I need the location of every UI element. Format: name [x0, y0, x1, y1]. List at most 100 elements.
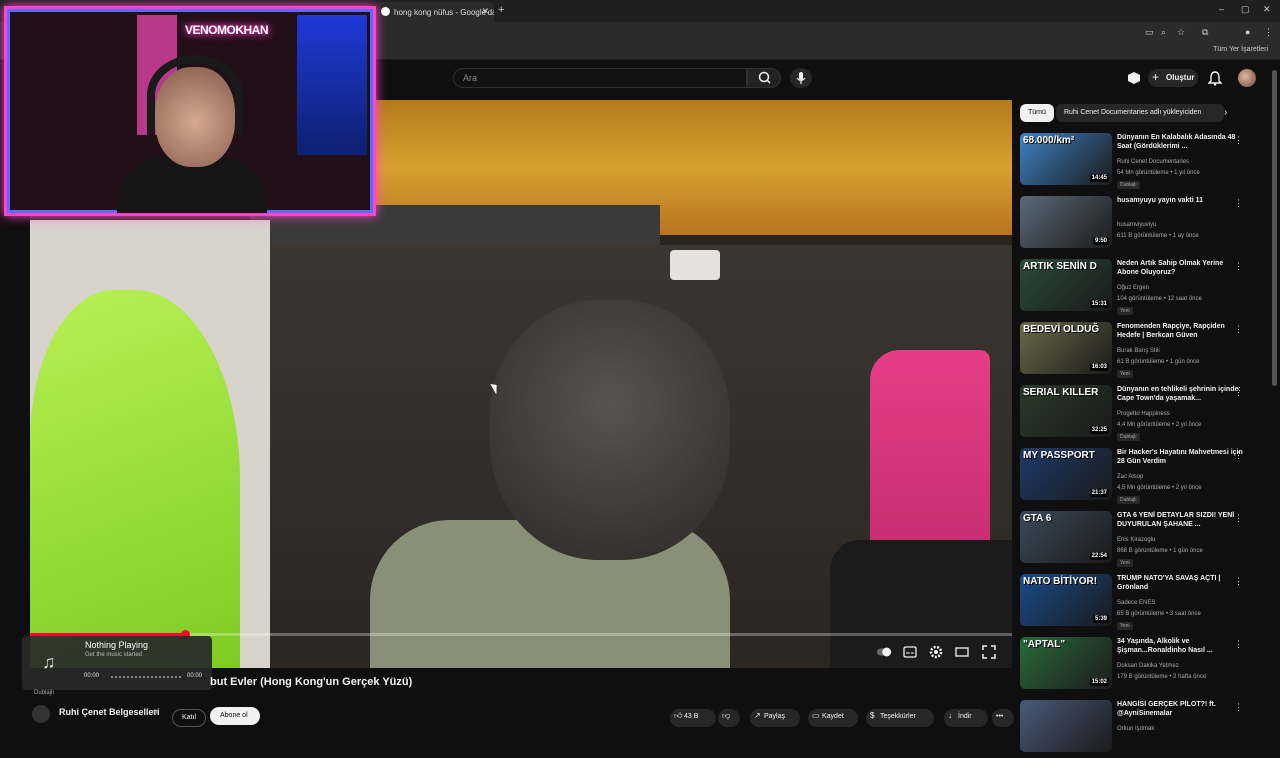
more-options-icon[interactable]: ⋮ [1234, 198, 1243, 209]
search-button[interactable] [747, 68, 781, 88]
video-thumbnail[interactable]: SERIAL KILLER 32:25 [1020, 385, 1112, 437]
video-thumbnail[interactable]: GTA 6 22:54 [1020, 511, 1112, 563]
recommended-channel[interactable]: Burak Barış Stili [1117, 348, 1160, 354]
more-options-icon[interactable]: ⋮ [1234, 513, 1243, 524]
recommended-video[interactable]: GTA 6 22:54 GTA 6 YENİ DETAYLAR SIZDI! YEN… [1020, 511, 1250, 569]
save-button[interactable]: ▭ Kaydet [808, 709, 858, 727]
video-thumbnail[interactable]: 68.000/km² 14:45 [1020, 133, 1112, 185]
recommended-title[interactable]: Neden Artık Sahip Olmak Yerine Abone Olu… [1117, 259, 1245, 277]
minimize-button[interactable]: – [1219, 4, 1224, 14]
create-button[interactable]: + Oluştur [1148, 69, 1198, 87]
recommended-title[interactable]: Bir Hacker's Hayatını Mahvetmesi için 28… [1117, 448, 1245, 466]
recommended-video[interactable]: "APTAL" 15:02 34 Yaşında, Alkolik ve Şişma… [1020, 637, 1250, 695]
recommended-channel[interactable]: Ruhi Cenet Documentaries [1117, 159, 1189, 165]
more-options-icon[interactable]: ⋮ [1234, 261, 1243, 272]
recommended-channel[interactable]: husamviyuviyu [1117, 222, 1156, 228]
recommended-channel[interactable]: Orkun Işıtmak [1117, 726, 1154, 732]
theater-mode-icon[interactable] [954, 644, 970, 660]
search-input[interactable]: Ara [453, 68, 747, 88]
profile-icon[interactable]: ● [1245, 27, 1250, 37]
more-options-icon[interactable]: ⋮ [1234, 702, 1243, 713]
recommended-video[interactable]: 68.000/km² 14:45 Dünyanın En Kalabalık Ada… [1020, 133, 1250, 191]
recommended-title[interactable]: TRUMP NATO'YA SAVAŞ AÇTI | Grönland [1117, 574, 1245, 592]
zoom-icon[interactable]: ⌕ [1161, 27, 1166, 38]
more-options-icon[interactable]: ⋮ [1234, 324, 1243, 335]
recommended-video[interactable]: HANGİSİ GERÇEK PİLOT?! ft. @AyniSinemala… [1020, 700, 1250, 758]
settings-gear-icon[interactable] [928, 644, 944, 660]
all-bookmarks-link[interactable]: Tüm Yer İşaretleri [1213, 46, 1268, 53]
share-button[interactable]: ↗ Paylaş [750, 709, 800, 727]
recommended-channel[interactable]: Sadece ENES [1117, 600, 1155, 606]
recommended-video[interactable]: MY PASSPORT 21:37 Bir Hacker's Hayatını Ma… [1020, 448, 1250, 506]
channel-name[interactable]: Ruhi Çenet Belgeselleri [59, 707, 160, 717]
download-button[interactable]: ↓ İndir [944, 709, 988, 727]
cast-icon[interactable] [1127, 71, 1141, 85]
notifications-bell-icon[interactable] [1208, 70, 1222, 86]
save-label: Kaydet [822, 713, 844, 720]
more-options-icon[interactable]: ⋮ [1234, 135, 1243, 146]
video-thumbnail[interactable]: BEDEVİ OLDUĞ 16:03 [1020, 322, 1112, 374]
extensions-icon[interactable]: ⧉ [1202, 27, 1208, 38]
recommended-title[interactable]: Dünyanın En Kalabalık Adasında 48 Saat (… [1117, 133, 1245, 151]
chip-from-uploader[interactable]: Ruhi Cenet Documentaries adlı yükleyicid… [1056, 104, 1224, 122]
channel-avatar[interactable] [32, 705, 50, 723]
recommended-title[interactable]: HANGİSİ GERÇEK PİLOT?! ft. @AyniSinemala… [1117, 700, 1245, 718]
create-label: Oluştur [1166, 73, 1195, 82]
video-thumbnail[interactable]: ARTIK SENİN D 15:31 [1020, 259, 1112, 311]
like-button[interactable]: 👍︎ 43 B [670, 709, 716, 727]
recommended-video[interactable]: 9:50 husamyuyu yayın vakti 11 husamviyuviy… [1020, 196, 1250, 254]
chip-all[interactable]: Tümü [1020, 104, 1054, 122]
thanks-button[interactable]: $ Teşekkürler [866, 709, 934, 727]
music-progress-bar [111, 676, 181, 678]
cast-icon[interactable]: ▭ [1145, 27, 1154, 38]
close-window-button[interactable]: ✕ [1263, 4, 1271, 15]
video-thumbnail[interactable]: "APTAL" 15:02 [1020, 637, 1112, 689]
recommended-channel[interactable]: Zac Alsop [1117, 474, 1143, 480]
more-options-icon[interactable]: ⋮ [1234, 639, 1243, 650]
recommended-title[interactable]: Fenomenden Rapçiye, Rapçiden Hedefe | Be… [1117, 322, 1245, 340]
recommended-channel[interactable]: Oğuz Ergen [1117, 285, 1149, 291]
recommended-channel[interactable]: Enis Kirazoglu [1117, 537, 1155, 543]
dislike-button[interactable]: 👎︎ [718, 709, 740, 727]
recommended-title[interactable]: 34 Yaşında, Alkolik ve Şişman...Ronaldin… [1117, 637, 1245, 655]
video-thumbnail[interactable]: MY PASSPORT 21:37 [1020, 448, 1112, 500]
voice-search-button[interactable] [790, 68, 812, 88]
recommended-title[interactable]: husamyuyu yayın vakti 11 [1117, 196, 1245, 205]
chevron-right-icon[interactable]: › [1224, 107, 1227, 118]
recommended-meta: 104 görüntüleme • 12 saat önce [1117, 296, 1202, 302]
recommended-video[interactable]: SERIAL KILLER 32:25 Dünyanın en tehlikeli … [1020, 385, 1250, 443]
recommended-video[interactable]: ARTIK SENİN D 15:31 Neden Artık Sahip Olma… [1020, 259, 1250, 317]
fullscreen-icon[interactable] [981, 644, 997, 660]
video-thumbnail[interactable] [1020, 700, 1112, 752]
more-options-icon[interactable]: ⋮ [1234, 576, 1243, 587]
recommended-title[interactable]: Dünyanın en tehlikeli şehrinin içinde: C… [1117, 385, 1245, 403]
maximize-button[interactable]: ▢ [1241, 4, 1250, 15]
tab-close-icon[interactable]: ✕ [481, 6, 489, 17]
new-tab-button[interactable]: + [498, 4, 504, 16]
thumbnail-text: NATO BİTİYOR! [1023, 576, 1098, 587]
subtitles-icon[interactable] [902, 644, 918, 660]
autoplay-toggle-icon[interactable] [876, 644, 892, 660]
recommended-title[interactable]: GTA 6 YENİ DETAYLAR SIZDI! YENİ DUYURULA… [1117, 511, 1245, 529]
recommended-video[interactable]: BEDEVİ OLDUĞ 16:03 Fenomenden Rapçiye, Rap… [1020, 322, 1250, 380]
browser-menu-icon[interactable]: ⋮ [1264, 27, 1273, 38]
duration-badge: 14:45 [1089, 174, 1109, 182]
more-actions-button[interactable]: ••• [992, 709, 1014, 727]
video-thumbnail[interactable]: NATO BİTİYOR! 5:39 [1020, 574, 1112, 626]
recommended-video[interactable]: NATO BİTİYOR! 5:39 TRUMP NATO'YA SAVAŞ AÇT… [1020, 574, 1250, 632]
video-title: but Evler (Hong Kong'un Gerçek Yüzü) [210, 676, 413, 688]
join-button[interactable]: Katıl [172, 709, 206, 727]
subscribe-button[interactable]: Abone ol [210, 707, 260, 725]
sidebar-scrollbar[interactable] [1272, 70, 1277, 386]
thumbnail-text: 68.000/km² [1023, 135, 1075, 146]
thumbnail-text: "APTAL" [1023, 639, 1066, 650]
recommended-channel[interactable]: Doksan Dakika Yetmez [1117, 663, 1179, 669]
video-thumbnail[interactable]: 9:50 [1020, 196, 1112, 248]
recommended-channel[interactable]: Progetto Happiness [1117, 411, 1170, 417]
bookmark-star-icon[interactable]: ☆ [1177, 27, 1185, 38]
elapsed-time: 00:00 [84, 673, 100, 679]
browser-tab[interactable]: hong kong nüfus - Google'da ... ✕ [376, 2, 494, 22]
more-options-icon[interactable]: ⋮ [1234, 450, 1243, 461]
user-avatar[interactable] [1238, 69, 1256, 87]
more-options-icon[interactable]: ⋮ [1234, 387, 1243, 398]
